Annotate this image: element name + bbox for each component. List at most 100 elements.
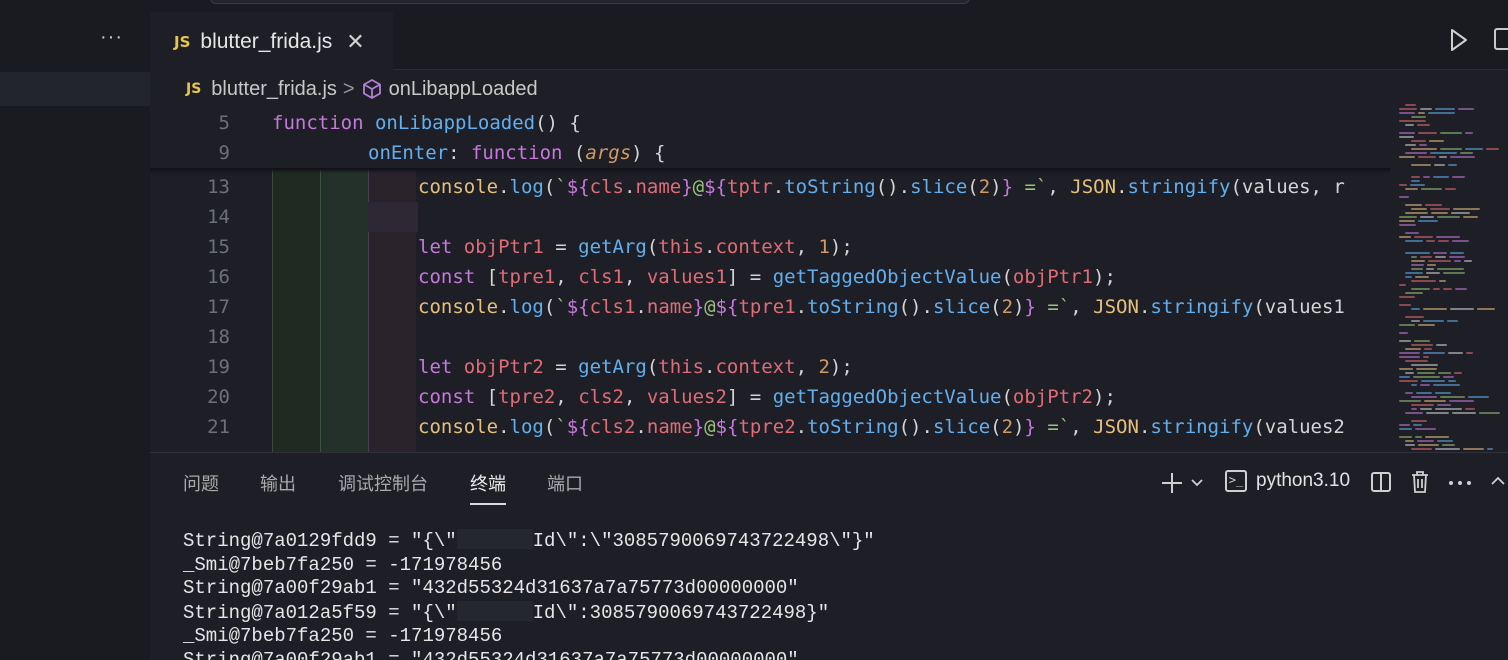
tab-debug-console[interactable]: 调试控制台 (338, 470, 428, 496)
terminal-output[interactable]: String@7a0129fdd9 = "{\" Id\":\"308579006… (183, 529, 875, 660)
close-icon[interactable]: ✕ (346, 29, 364, 55)
tab-ports[interactable]: 端口 (547, 470, 583, 496)
tab-output[interactable]: 输出 (260, 470, 296, 496)
more-actions-icon[interactable] (1448, 480, 1472, 486)
code-line[interactable]: 18 (150, 322, 1390, 352)
minimap-line (1418, 220, 1438, 222)
minimap-line (1435, 392, 1451, 394)
minimap-line (1452, 240, 1469, 242)
minimap-line (1411, 268, 1423, 270)
split-editor-icon[interactable] (1494, 28, 1508, 50)
trash-icon[interactable] (1410, 470, 1430, 494)
minimap-line (1405, 276, 1412, 278)
minimap-line (1405, 204, 1422, 206)
minimap-line (1421, 380, 1445, 382)
split-terminal-icon[interactable] (1370, 471, 1392, 493)
minimap-line (1428, 260, 1451, 262)
code-line[interactable]: 14 (150, 202, 1390, 232)
tab-blutter-frida[interactable]: JS blutter_frida.js ✕ (150, 12, 393, 70)
minimap-line (1426, 272, 1440, 274)
minimap-line (1425, 204, 1442, 206)
terminal-selector[interactable]: python3.10 (1256, 470, 1350, 492)
sticky-scroll-line[interactable]: 9 onEnter: function (args) { (150, 138, 1390, 168)
minimap-line (1411, 176, 1420, 178)
minimap-line (1449, 256, 1465, 258)
minimap-line (1451, 212, 1470, 214)
line-number: 14 (207, 206, 230, 228)
command-center[interactable] (210, 0, 970, 4)
minimap-line (1399, 136, 1414, 138)
minimap-line (1405, 272, 1423, 274)
minimap-line (1399, 112, 1415, 114)
title-bar (150, 0, 1508, 12)
minimap-line (1428, 112, 1455, 114)
minimap-line (1411, 408, 1417, 410)
chevron-up-icon[interactable] (1490, 475, 1506, 487)
minimap-line (1466, 352, 1473, 354)
panel-tab-bar: 问题 输出 调试控制台 终端 端口 >_ python3.10 (150, 453, 1508, 511)
terminal-line: String@7a00f29ab1 = "432d55324d31637a7a7… (183, 648, 799, 660)
minimap-line (1405, 392, 1413, 394)
code-text: const [tpre1, cls1, values1] = getTagged… (418, 266, 1116, 288)
minimap-line (1399, 356, 1420, 358)
minimap-line (1477, 308, 1495, 310)
terminal-line: String@7a0129fdd9 = "{\" Id\":\"308579006… (183, 529, 875, 552)
code-text: onEnter: function (args) { (368, 142, 666, 164)
minimap-line (1399, 380, 1418, 382)
line-number: 19 (207, 356, 230, 378)
minimap-line (1439, 156, 1447, 158)
breadcrumb-file[interactable]: blutter_frida.js (211, 78, 337, 101)
code-line[interactable]: 21 console.log(`${cls2.name}@${tpre2.toSt… (150, 412, 1390, 442)
minimap-line (1405, 440, 1414, 442)
minimap-line (1411, 288, 1430, 290)
more-icon[interactable]: ··· (100, 26, 123, 49)
minimap-line (1448, 352, 1463, 354)
minimap-line (1411, 404, 1434, 406)
minimap[interactable] (1395, 100, 1508, 452)
minimap-line (1435, 408, 1462, 410)
minimap-line (1452, 412, 1476, 414)
tab-problems[interactable]: 问题 (183, 470, 219, 496)
minimap-line (1413, 424, 1422, 426)
terminal-line: String@7a00f29ab1 = "432d55324d31637a7a7… (183, 577, 799, 599)
minimap-line (1411, 396, 1437, 398)
minimap-line (1463, 216, 1478, 218)
minimap-line (1420, 216, 1434, 218)
minimap-line (1436, 344, 1447, 346)
add-terminal-icon[interactable] (1160, 471, 1184, 495)
minimap-line (1450, 308, 1474, 310)
minimap-line (1433, 252, 1447, 254)
code-line[interactable]: 20 const [tpre2, cls2, values2] = getTagg… (150, 382, 1390, 412)
minimap-line (1429, 140, 1444, 142)
minimap-line (1435, 448, 1460, 450)
line-number: 16 (207, 266, 230, 288)
terminal-line: _Smi@7beb7fa250 = -171978456 (183, 625, 503, 647)
minimap-line (1465, 148, 1483, 150)
chevron-down-icon[interactable] (1190, 477, 1204, 489)
minimap-line (1418, 156, 1436, 158)
code-line[interactable]: 15 let objPtr1 = getArg(this.context, 1); (150, 232, 1390, 262)
sidebar-selected-row[interactable] (0, 72, 150, 106)
code-line[interactable]: 19 let objPtr2 = getArg(this.context, 2); (150, 352, 1390, 382)
minimap-line (1415, 428, 1436, 430)
minimap-line (1405, 412, 1423, 414)
code-line[interactable]: 13 console.log(`${cls.name}@${tptr.toStri… (150, 172, 1390, 202)
minimap-line (1455, 288, 1467, 290)
code-line[interactable]: 17 console.log(`${cls1.name}@${tpre1.toSt… (150, 292, 1390, 322)
minimap-line (1437, 404, 1451, 406)
breadcrumb-separator: > (342, 77, 355, 100)
code-editor[interactable]: 5 function onLibappLoaded() {9 onEnter: fu… (150, 108, 1390, 452)
minimap-line (1415, 436, 1422, 438)
minimap-line (1479, 412, 1500, 414)
run-icon[interactable] (1450, 28, 1468, 52)
minimap-line (1399, 296, 1415, 298)
tab-terminal[interactable]: 终端 (470, 470, 506, 505)
minimap-line (1418, 444, 1439, 446)
minimap-line (1411, 280, 1436, 282)
code-line[interactable]: 16 const [tpre1, cls1, values1] = getTagg… (150, 262, 1390, 292)
breadcrumb-symbol[interactable]: onLibappLoaded (389, 78, 538, 101)
minimap-line (1411, 320, 1420, 322)
minimap-line (1399, 352, 1420, 354)
sticky-scroll-line[interactable]: 5 function onLibappLoaded() { (150, 108, 1390, 138)
minimap-line (1411, 116, 1426, 118)
